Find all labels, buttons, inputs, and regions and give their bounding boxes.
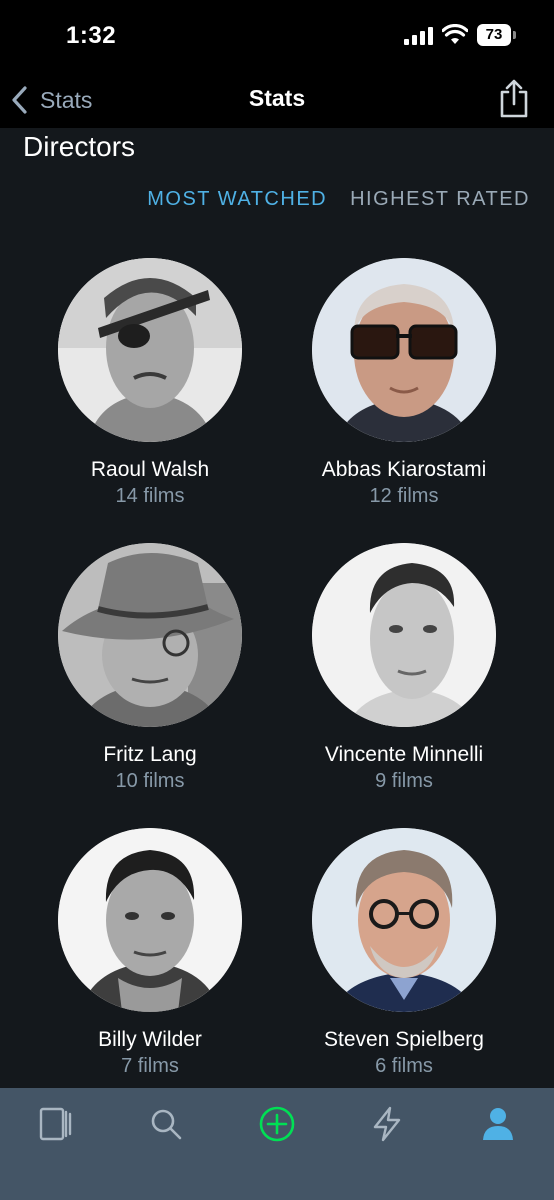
director-film-count: 7 films: [121, 1055, 179, 1077]
tab-add[interactable]: [257, 1104, 297, 1144]
wifi-icon: [442, 24, 468, 44]
share-icon[interactable]: [497, 78, 531, 120]
director-card[interactable]: Abbas Kiarostami 12 films: [277, 258, 531, 508]
battery-indicator: 73: [477, 24, 517, 46]
tab-profile[interactable]: [478, 1104, 518, 1144]
director-name: Abbas Kiarostami: [321, 458, 487, 481]
tab-activity[interactable]: [367, 1104, 407, 1144]
page-title: Stats: [248, 85, 306, 111]
director-film-count: 10 films: [115, 770, 185, 792]
director-name: Raoul Walsh: [90, 458, 210, 481]
status-bar: 1:32 73: [0, 0, 554, 72]
section-title: Directors: [23, 131, 136, 162]
director-portrait: [312, 828, 496, 1012]
portrait-image: [312, 543, 496, 727]
tab-highest-rated[interactable]: HIGHEST RATED: [350, 188, 530, 211]
director-name: Steven Spielberg: [324, 1028, 484, 1051]
director-name: Fritz Lang: [103, 743, 197, 766]
director-portrait: [58, 543, 242, 727]
films-icon: [39, 1107, 72, 1141]
portrait-image: [312, 258, 496, 442]
director-film-count: 12 films: [369, 485, 439, 507]
tab-films[interactable]: [36, 1104, 76, 1144]
search-icon: [151, 1109, 182, 1140]
director-card[interactable]: Raoul Walsh 14 films: [23, 258, 277, 508]
sort-tabs: MOST WATCHED HIGHEST RATED: [147, 188, 530, 211]
director-portrait: [312, 543, 496, 727]
director-name: Billy Wilder: [98, 1028, 202, 1051]
portrait-image: [58, 258, 242, 442]
director-film-count: 6 films: [375, 1055, 433, 1077]
director-card[interactable]: Vincente Minnelli 9 films: [277, 543, 531, 793]
activity-icon: [373, 1106, 401, 1142]
navigation-bar: Stats Stats: [0, 72, 554, 128]
tab-search[interactable]: [146, 1104, 186, 1144]
portrait-image: [58, 828, 242, 1012]
screen: 1:32 73 Stats Stats Directors MOST WATCH…: [0, 0, 554, 1200]
battery-level: 73: [485, 26, 503, 43]
status-time: 1:32: [66, 22, 117, 49]
signal-icon: [404, 27, 433, 45]
director-portrait: [58, 258, 242, 442]
director-card[interactable]: Billy Wilder 7 films: [23, 828, 277, 1078]
director-portrait: [312, 258, 496, 442]
portrait-image: [58, 543, 242, 727]
tab-most-watched[interactable]: MOST WATCHED: [147, 188, 327, 211]
director-card[interactable]: Steven Spielberg 6 films: [277, 828, 531, 1078]
director-portrait: [58, 828, 242, 1012]
tab-bar: [0, 1088, 554, 1200]
add-icon: [259, 1106, 295, 1142]
director-film-count: 14 films: [115, 485, 185, 507]
director-card[interactable]: Fritz Lang 10 films: [23, 543, 277, 793]
profile-icon: [483, 1108, 513, 1140]
director-film-count: 9 films: [375, 770, 433, 792]
portrait-image: [312, 828, 496, 1012]
director-name: Vincente Minnelli: [324, 743, 484, 766]
